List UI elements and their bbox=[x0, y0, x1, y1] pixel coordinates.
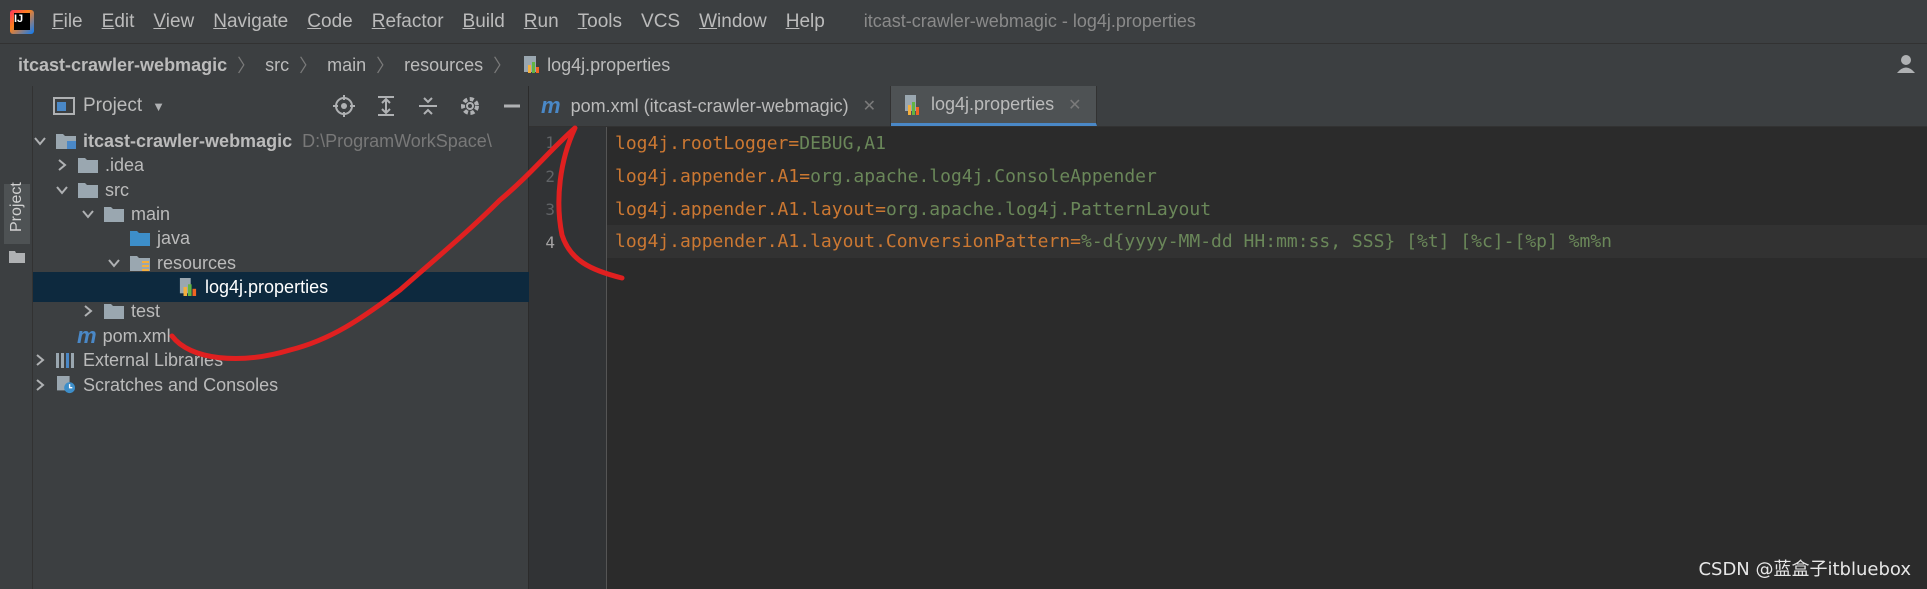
folder-icon bbox=[104, 304, 124, 319]
source-folder-icon bbox=[130, 231, 150, 246]
expand-all-icon[interactable] bbox=[374, 94, 398, 118]
folder-icon bbox=[78, 183, 98, 198]
chevron-right-icon[interactable] bbox=[81, 304, 95, 318]
properties-file-icon bbox=[179, 278, 197, 296]
locate-icon[interactable] bbox=[332, 94, 356, 118]
window-title: itcast-crawler-webmagic - log4j.properti… bbox=[863, 11, 1196, 31]
menu-edit[interactable]: Edit bbox=[102, 11, 135, 33]
navigation-bar: itcast-crawler-webmagic 〉 src 〉 main 〉 r… bbox=[0, 43, 1927, 87]
project-tool-window-button[interactable]: Project bbox=[4, 182, 30, 244]
folder-icon bbox=[104, 207, 124, 222]
line-number: 1 bbox=[545, 133, 555, 152]
maven-icon: m bbox=[541, 93, 561, 118]
menu-vcs[interactable]: VCS bbox=[641, 11, 680, 33]
chevron-right-icon[interactable] bbox=[33, 353, 47, 367]
project-panel-title[interactable]: Project bbox=[83, 95, 142, 117]
breadcrumb-separator-icon: 〉 bbox=[376, 56, 395, 76]
breadcrumb-separator-icon: 〉 bbox=[299, 56, 318, 76]
project-panel: Project ▼ itcast-crawler-webmagic D:\Pro… bbox=[33, 86, 672, 589]
user-icon[interactable] bbox=[1897, 54, 1919, 74]
breadcrumb-separator-icon: 〉 bbox=[493, 56, 512, 76]
code-line[interactable]: log4j.appender.A1.layout.ConversionPatte… bbox=[615, 225, 1612, 258]
resources-folder-icon bbox=[130, 256, 150, 271]
gear-icon[interactable] bbox=[458, 94, 482, 118]
line-number: 4 bbox=[545, 233, 555, 252]
chevron-down-icon[interactable] bbox=[33, 134, 47, 148]
menu-code[interactable]: Code bbox=[307, 11, 352, 33]
breadcrumb-src[interactable]: src bbox=[265, 55, 289, 76]
minimize-icon[interactable] bbox=[500, 94, 524, 118]
folder-icon bbox=[9, 251, 25, 263]
collapse-all-icon[interactable] bbox=[416, 94, 440, 118]
menu-bar: IJ File Edit View Navigate Code Refactor… bbox=[0, 0, 1927, 43]
breadcrumb-separator-icon: 〉 bbox=[237, 56, 256, 76]
menu-refactor[interactable]: Refactor bbox=[372, 11, 444, 33]
properties-file-icon bbox=[905, 94, 920, 115]
chevron-down-icon[interactable]: ▼ bbox=[152, 99, 165, 114]
watermark: CSDN @蓝盒子itbluebox bbox=[1698, 559, 1911, 580]
tab-log4j-properties[interactable]: log4j.properties ✕ bbox=[891, 86, 1097, 126]
menu-run[interactable]: Run bbox=[524, 11, 559, 33]
properties-file-icon bbox=[524, 56, 540, 73]
line-number: 3 bbox=[545, 200, 555, 219]
module-folder-icon bbox=[56, 134, 76, 149]
tab-pom-xml[interactable]: m pom.xml (itcast-crawler-webmagic) ✕ bbox=[529, 86, 892, 126]
folder-icon bbox=[78, 158, 98, 173]
menu-file[interactable]: File bbox=[52, 11, 83, 33]
chevron-right-icon[interactable] bbox=[33, 378, 47, 392]
menu-build[interactable]: Build bbox=[463, 11, 505, 33]
breadcrumb-main[interactable]: main bbox=[327, 55, 366, 76]
breadcrumb-project[interactable]: itcast-crawler-webmagic bbox=[18, 55, 227, 76]
left-tool-strip: Project bbox=[0, 86, 33, 589]
line-number: 2 bbox=[545, 167, 555, 186]
code-line[interactable]: log4j.appender.A1.layout=org.apache.log4… bbox=[615, 193, 1211, 226]
menu-window[interactable]: Window bbox=[699, 11, 767, 33]
tree-item-scratches[interactable]: Scratches and Consoles bbox=[33, 370, 528, 400]
code-line[interactable]: log4j.appender.A1=org.apache.log4j.Conso… bbox=[615, 160, 1157, 193]
breadcrumb-file[interactable]: log4j.properties bbox=[547, 55, 670, 76]
menu-navigate[interactable]: Navigate bbox=[213, 11, 288, 33]
line-number-gutter: 1 2 3 4 bbox=[529, 127, 607, 589]
project-panel-header: Project ▼ bbox=[33, 86, 528, 126]
menu-view[interactable]: View bbox=[153, 11, 194, 33]
code-editor[interactable]: 1 2 3 4 log4j.rootLogger=DEBUG,A1 log4j.… bbox=[529, 127, 1927, 589]
library-icon bbox=[56, 353, 74, 368]
menu-help[interactable]: Help bbox=[786, 11, 825, 33]
close-icon[interactable]: ✕ bbox=[863, 96, 876, 116]
chevron-down-icon[interactable] bbox=[81, 207, 95, 221]
chevron-down-icon[interactable] bbox=[55, 183, 69, 197]
close-icon[interactable]: ✕ bbox=[1068, 95, 1081, 115]
menu-tools[interactable]: Tools bbox=[578, 11, 622, 33]
code-line[interactable]: log4j.rootLogger=DEBUG,A1 bbox=[615, 127, 886, 160]
editor-tab-bar: m pom.xml (itcast-crawler-webmagic) ✕ lo… bbox=[529, 86, 1927, 127]
scratches-icon bbox=[57, 376, 75, 394]
chevron-down-icon[interactable] bbox=[107, 256, 121, 270]
project-view-icon bbox=[53, 97, 75, 115]
chevron-right-icon[interactable] bbox=[55, 158, 69, 172]
intellij-logo-icon: IJ bbox=[10, 9, 34, 34]
breadcrumb-resources[interactable]: resources bbox=[404, 55, 483, 76]
